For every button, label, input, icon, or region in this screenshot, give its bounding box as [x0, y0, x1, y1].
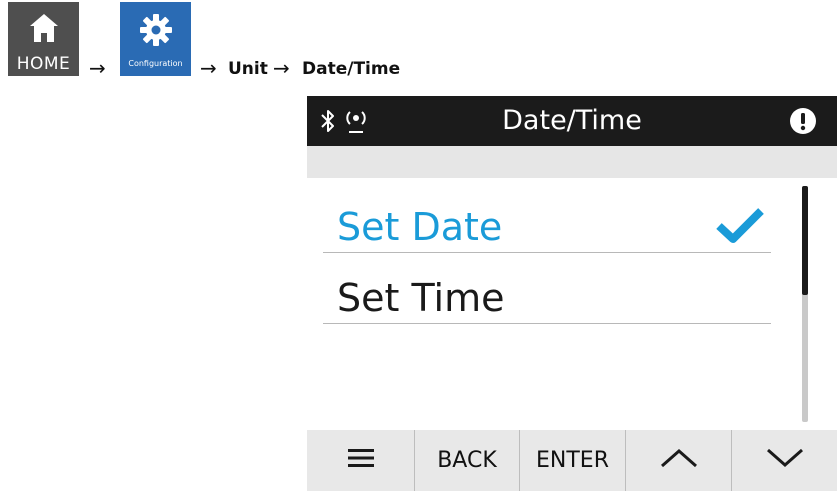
softkey-bar: BACK ENTER — [307, 430, 837, 491]
configuration-tile[interactable]: Configuration — [120, 2, 191, 76]
breadcrumb-date-time: Date/Time — [302, 59, 401, 79]
hamburger-icon — [347, 448, 374, 474]
home-label: HOME — [16, 54, 71, 74]
configuration-label: Configuration — [128, 59, 183, 68]
breadcrumb-arrow: → — [200, 56, 217, 80]
up-softkey[interactable] — [626, 430, 732, 491]
chevron-down-icon — [765, 447, 805, 475]
back-softkey[interactable]: BACK — [415, 430, 520, 491]
menu-item-set-date[interactable]: Set Date — [323, 190, 771, 253]
alert-icon[interactable] — [789, 107, 817, 139]
scrollbar-thumb[interactable] — [802, 186, 808, 295]
home-tile[interactable]: HOME — [8, 2, 79, 76]
screen-title: Date/Time — [502, 105, 642, 136]
home-icon — [8, 11, 79, 45]
device-screen: Date/Time Set Date Set Time BACK ENTER — [307, 96, 837, 491]
menu-list: Set Date Set Time — [307, 178, 837, 429]
menu-item-label: Set Date — [337, 205, 503, 249]
menu-softkey[interactable] — [307, 430, 415, 491]
chevron-up-icon — [659, 447, 699, 475]
breadcrumb-unit[interactable]: Unit — [228, 59, 268, 79]
breadcrumb-arrow: → — [89, 56, 106, 80]
gear-icon — [120, 11, 191, 49]
sub-header-bar — [307, 146, 837, 178]
menu-item-label: Set Time — [337, 276, 505, 320]
scrollbar[interactable] — [802, 186, 808, 422]
breadcrumb-arrow: → — [273, 56, 290, 80]
title-bar: Date/Time — [307, 96, 837, 146]
down-softkey[interactable] — [732, 430, 837, 491]
menu-item-set-time[interactable]: Set Time — [323, 261, 771, 324]
checkmark-icon — [715, 206, 765, 250]
enter-softkey[interactable]: ENTER — [520, 430, 626, 491]
